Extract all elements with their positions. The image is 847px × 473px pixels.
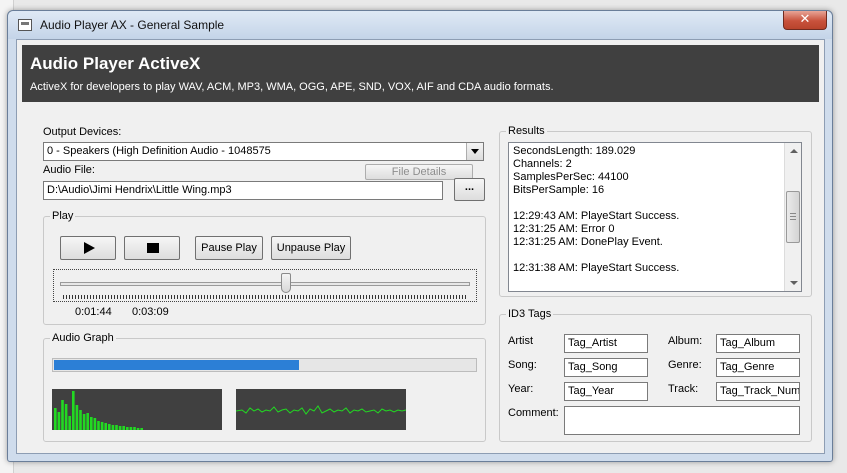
album-label: Album: (668, 335, 703, 347)
spectrum-bar (115, 425, 118, 430)
spectrum-bar (104, 423, 107, 430)
genre-label: Genre: (668, 359, 702, 371)
spectrum-bar (75, 405, 79, 430)
comment-field[interactable] (564, 406, 800, 435)
results-line: SecondsLength: 189.029 (513, 145, 636, 157)
artist-label: Artist (508, 335, 534, 347)
results-group-title: Results (506, 125, 547, 137)
waveform-line (236, 405, 406, 415)
header-banner: Audio Player ActiveX ActiveX for develop… (22, 45, 819, 102)
spectrum-bar (126, 427, 129, 430)
spectrum-bar (64, 404, 68, 430)
results-group: Results SecondsLength: 189.029 Channels: … (499, 125, 812, 297)
banner-title: Audio Player ActiveX (30, 54, 201, 73)
comment-label: Comment: (508, 407, 559, 419)
title-bar[interactable]: Audio Player AX - General Sample ✕ (8, 11, 832, 39)
results-line: SamplesPerSec: 44100 (513, 171, 629, 183)
spectrum-bar (90, 417, 93, 430)
waveform-display (236, 389, 406, 430)
spectrum-bar (140, 428, 143, 430)
level-meter-fill (54, 360, 300, 370)
spectrum-bar (54, 408, 57, 430)
scroll-thumb[interactable] (786, 191, 800, 243)
close-button[interactable]: ✕ (783, 11, 827, 30)
spectrum-bar (118, 426, 122, 430)
stop-icon (147, 243, 159, 253)
year-field[interactable]: Tag_Year (564, 382, 648, 401)
results-line: BitsPerSample: 16 (513, 184, 605, 196)
stop-button[interactable] (124, 236, 180, 260)
song-field[interactable]: Tag_Song (564, 358, 648, 377)
results-line: Channels: 2 (513, 158, 572, 170)
client-area: Audio Player ActiveX ActiveX for develop… (16, 39, 825, 454)
play-group-title: Play (50, 210, 76, 222)
spectrum-bar (79, 410, 82, 430)
level-meter (52, 358, 477, 372)
total-time: 0:03:09 (132, 306, 169, 318)
output-devices-select[interactable]: 0 - Speakers (High Definition Audio - 10… (43, 142, 484, 161)
spectrum-bar (57, 412, 61, 430)
unpause-play-button[interactable]: Unpause Play (271, 236, 351, 260)
spectrum-bar (111, 425, 115, 430)
seek-slider[interactable] (53, 269, 477, 302)
results-line: 12:31:38 AM: PlayeStart Success. (513, 262, 680, 274)
spectrum-bar (72, 391, 75, 430)
results-list[interactable]: SecondsLength: 189.029 Channels: 2 Samples… (508, 142, 802, 292)
seek-track (60, 282, 470, 286)
id3-tags-group-title: ID3 Tags (506, 308, 554, 320)
spectrum-bar (100, 422, 104, 430)
spectrum-bar (133, 427, 136, 430)
results-line: 12:31:25 AM: Error 0 (513, 223, 615, 235)
app-window: Audio Player AX - General Sample ✕ Audio… (7, 10, 833, 462)
spectrum-bar (129, 427, 133, 430)
play-icon (84, 242, 95, 254)
audio-graph-group-title: Audio Graph (50, 332, 116, 344)
results-lines: SecondsLength: 189.029 Channels: 2 Samples… (513, 145, 679, 275)
seek-ticks (63, 295, 467, 299)
track-field[interactable]: Tag_Track_Num (716, 382, 800, 401)
song-label: Song: (508, 359, 537, 371)
play-group: Play Pause Play Unpause Play 0:01:44 0:0… (43, 210, 486, 325)
browse-button[interactable]: ... (454, 178, 485, 201)
results-line (513, 249, 679, 262)
audio-file-label: Audio File: (43, 164, 95, 176)
results-line (513, 197, 679, 210)
spectrum-bar (122, 426, 125, 430)
spectrum-bar (93, 418, 97, 430)
audio-file-input[interactable]: D:\Audio\Jimi Hendrix\Little Wing.mp3 (43, 181, 443, 200)
output-devices-value: 0 - Speakers (High Definition Audio - 10… (47, 145, 271, 157)
spectrum-bar (86, 413, 89, 430)
spectrum-bar (68, 416, 71, 430)
seek-thumb[interactable] (281, 273, 292, 293)
current-time: 0:01:44 (75, 306, 112, 318)
chevron-down-icon[interactable] (466, 143, 483, 160)
spectrum-bar (82, 414, 86, 430)
spectrum-display (52, 389, 222, 430)
spectrum-bar (108, 424, 111, 430)
year-label: Year: (508, 383, 534, 395)
album-field[interactable]: Tag_Album (716, 334, 800, 353)
spectrum-bar (97, 421, 100, 430)
play-button[interactable] (60, 236, 116, 260)
pause-play-button[interactable]: Pause Play (195, 236, 263, 260)
audio-graph-group: Audio Graph (43, 332, 486, 442)
artist-field[interactable]: Tag_Artist (564, 334, 648, 353)
scroll-down-icon[interactable] (790, 281, 798, 285)
banner-subtitle: ActiveX for developers to play WAV, ACM,… (30, 81, 554, 93)
id3-tags-group: ID3 Tags Artist Tag_Artist Album: Tag_Al… (499, 308, 812, 442)
track-label: Track: (668, 383, 699, 395)
app-icon (18, 19, 32, 31)
results-scrollbar[interactable] (784, 143, 801, 291)
output-devices-label: Output Devices: (43, 126, 122, 138)
scroll-up-icon[interactable] (790, 149, 798, 153)
results-line: 12:31:25 AM: DonePlay Event. (513, 236, 663, 248)
spectrum-bar (61, 400, 64, 430)
results-line: 12:29:43 AM: PlayeStart Success. (513, 210, 680, 222)
window-title: Audio Player AX - General Sample (40, 18, 225, 32)
genre-field[interactable]: Tag_Genre (716, 358, 800, 377)
spectrum-bar (136, 428, 140, 430)
